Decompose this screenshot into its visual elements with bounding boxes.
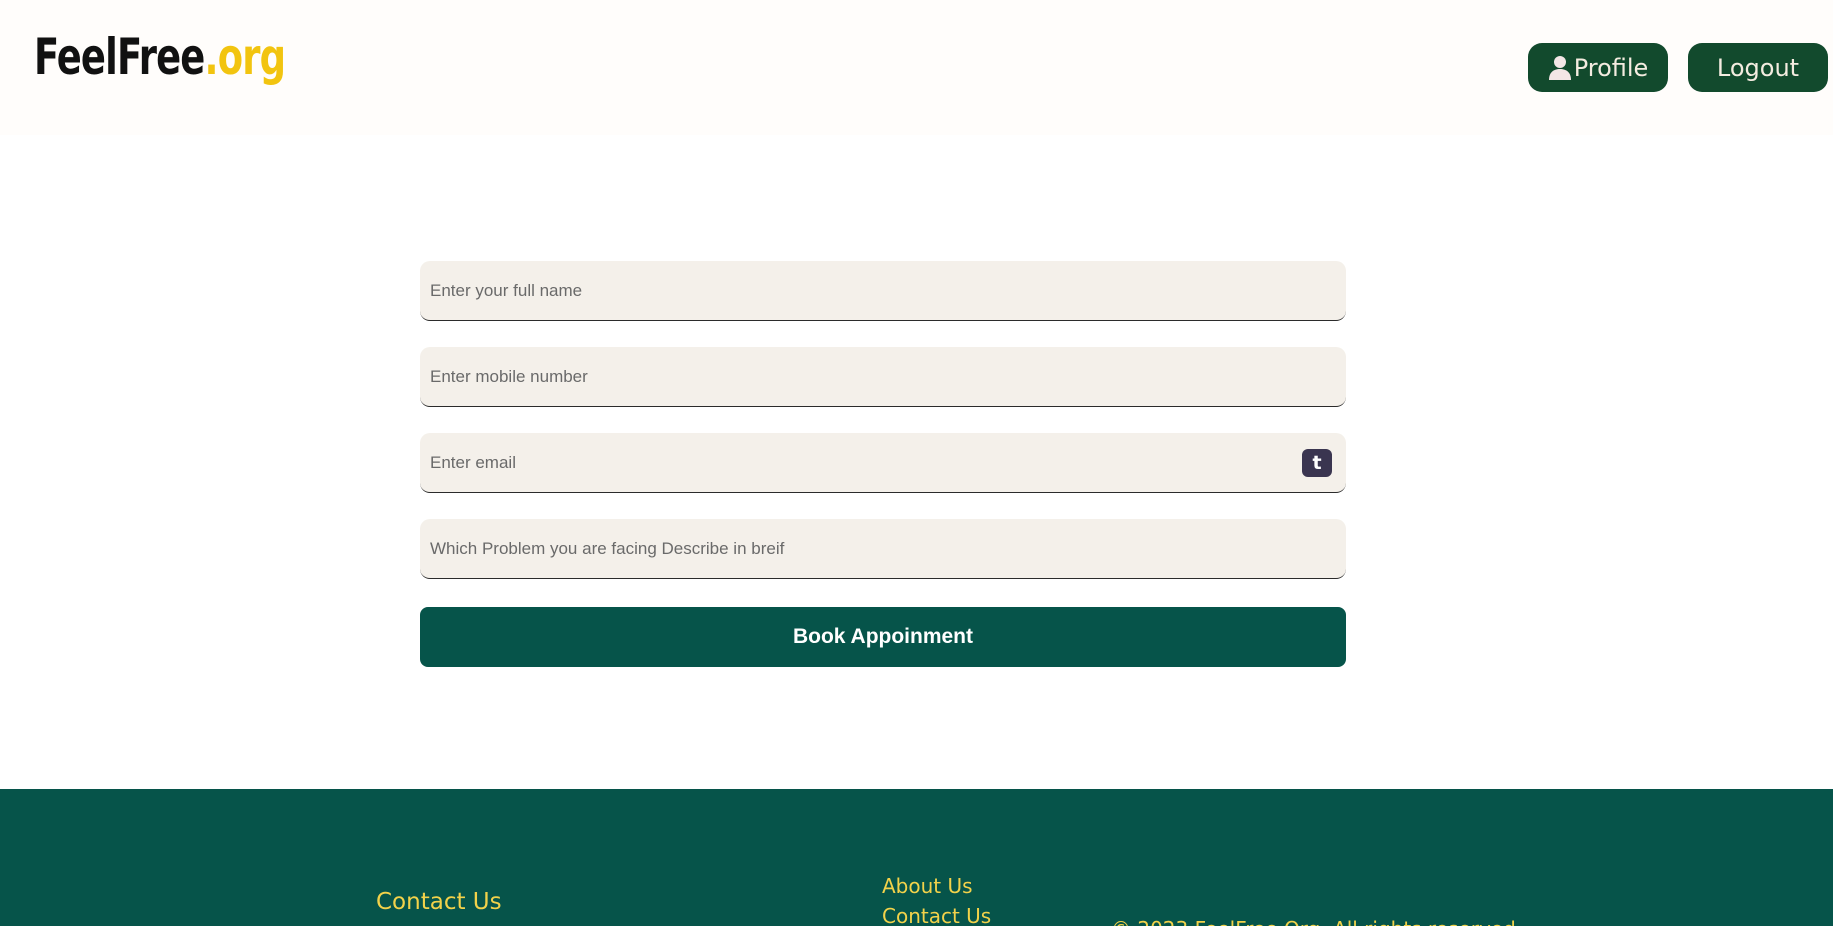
- profile-button[interactable]: Profile: [1528, 43, 1668, 92]
- mobile-field-wrapper: [420, 347, 1346, 407]
- logo-tld-text: .org: [204, 28, 286, 86]
- book-appointment-button[interactable]: Book Appoinment: [420, 607, 1346, 667]
- logo-main-text: FeelFree: [34, 28, 205, 86]
- footer-link-contact-us[interactable]: Contact Us: [882, 901, 991, 926]
- site-footer: Contact Us About Us Contact Us © 2023 Fe…: [0, 789, 1833, 926]
- email-field-wrapper: t: [420, 433, 1346, 493]
- site-logo[interactable]: FeelFree .org: [34, 28, 286, 98]
- full-name-field-wrapper: [420, 261, 1346, 321]
- problem-field-wrapper: [420, 519, 1346, 579]
- site-header: FeelFree .org Profile Logout: [0, 0, 1833, 135]
- full-name-input[interactable]: [420, 261, 1346, 320]
- autofill-extension-icon[interactable]: t: [1302, 449, 1332, 477]
- footer-links: About Us Contact Us: [882, 871, 991, 926]
- email-input[interactable]: [420, 433, 1346, 492]
- footer-link-about-us[interactable]: About Us: [882, 871, 991, 901]
- profile-button-label: Profile: [1573, 53, 1649, 82]
- problem-description-input[interactable]: [420, 519, 1346, 578]
- footer-copyright: © 2023 FeelFree.Org. All rights reserved…: [1111, 917, 1522, 926]
- logout-button[interactable]: Logout: [1688, 43, 1828, 92]
- user-icon: [1548, 55, 1571, 80]
- mobile-number-input[interactable]: [420, 347, 1346, 406]
- appointment-form: t Book Appoinment: [420, 261, 1346, 667]
- footer-contact-heading: Contact Us: [376, 889, 502, 915]
